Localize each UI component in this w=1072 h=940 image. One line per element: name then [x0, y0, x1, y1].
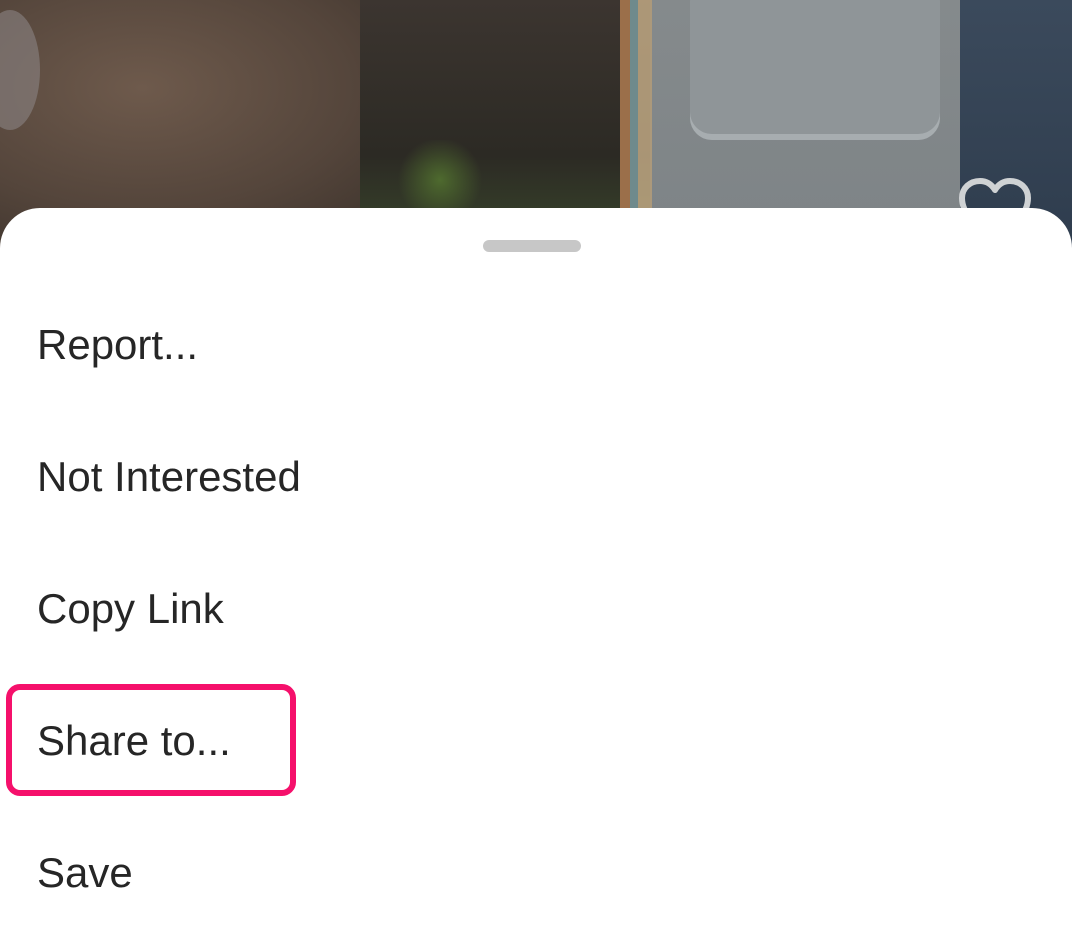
drag-handle[interactable]	[483, 240, 581, 252]
screen: Report... Not Interested Copy Link Share…	[0, 0, 1072, 940]
menu-item-label: Copy Link	[37, 585, 224, 632]
menu-item-save[interactable]: Save	[0, 818, 1072, 928]
menu-item-label: Not Interested	[37, 453, 301, 500]
menu-item-label: Report...	[37, 321, 199, 368]
highlight-box	[6, 684, 296, 796]
menu-item-not-interested[interactable]: Not Interested	[0, 422, 1072, 532]
menu-item-report[interactable]: Report...	[0, 290, 1072, 400]
menu-item-copy-link[interactable]: Copy Link	[0, 554, 1072, 664]
options-bottom-sheet: Report... Not Interested Copy Link Share…	[0, 208, 1072, 940]
menu-item-label: Save	[37, 849, 133, 896]
